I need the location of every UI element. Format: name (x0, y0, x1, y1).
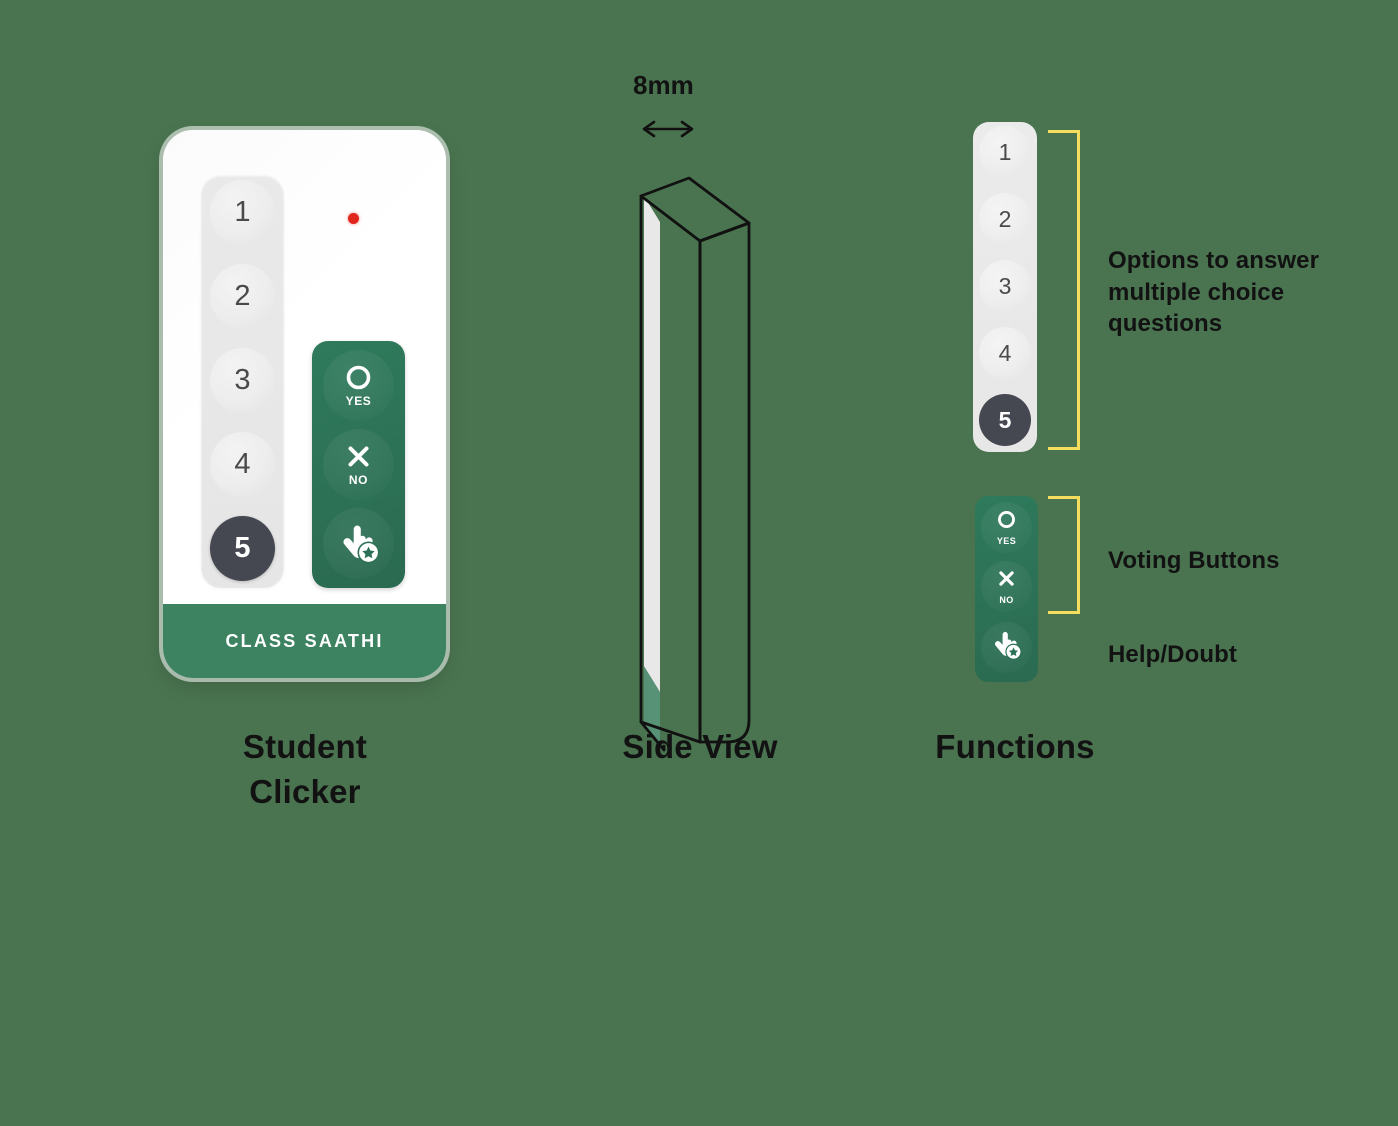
thickness-label: 8mm (633, 70, 694, 100)
brand-name: CLASS SAATHI (225, 630, 384, 651)
brand-band: CLASS SAATHI (163, 604, 446, 678)
student-clicker-caption-line2: Clicker (249, 772, 361, 810)
number-button-4[interactable]: 4 (210, 432, 275, 497)
cross-icon (997, 569, 1016, 593)
diagram-canvas: 1 2 3 4 5 YES NO CLASS SAATHI Student Cl… (0, 0, 1398, 1126)
options-annotation-line2: multiple choice (1108, 278, 1285, 306)
student-clicker-caption-line1: Student (242, 728, 368, 765)
functions-number-strip: 1 2 3 4 5 (973, 122, 1037, 452)
dimension-arrow-icon (642, 120, 694, 138)
student-clicker-device: 1 2 3 4 5 YES NO CLASS SAATHI (163, 130, 446, 678)
student-clicker-caption: Student Clicker (130, 725, 480, 814)
help-doubt-annotation: Help/Doubt (1108, 641, 1237, 668)
circle-outline-icon (345, 364, 372, 391)
number-button-strip: 1 2 3 4 5 (201, 175, 284, 588)
number-button-2[interactable]: 2 (210, 264, 275, 329)
options-annotation: Options to answer multiple choice questi… (1108, 245, 1368, 340)
status-led (348, 213, 359, 224)
functions-no-button[interactable]: NO (981, 561, 1032, 612)
functions-number-button-2[interactable]: 2 (979, 193, 1031, 245)
functions-help-doubt-button[interactable] (981, 622, 1032, 673)
voting-button-panel: YES NO (312, 341, 405, 588)
functions-number-button-5[interactable]: 5 (979, 394, 1031, 446)
clicker-front-face: 1 2 3 4 5 YES NO CLASS SAATHI (163, 130, 446, 678)
options-annotation-line1: Options to answer (1108, 247, 1320, 274)
voting-bracket (1048, 496, 1080, 614)
yes-button[interactable]: YES (323, 350, 394, 421)
options-bracket (1048, 130, 1080, 450)
number-button-1[interactable]: 1 (210, 180, 275, 245)
side-view-group: 8mm (600, 70, 810, 830)
yes-button-label: YES (345, 393, 372, 408)
no-button-label: NO (348, 472, 369, 487)
hand-pointer-star-icon (990, 630, 1023, 666)
functions-no-label: NO (999, 594, 1014, 605)
number-button-5[interactable]: 5 (210, 516, 275, 581)
help-doubt-button[interactable] (323, 508, 394, 579)
circle-outline-icon (997, 510, 1016, 534)
functions-number-button-3[interactable]: 3 (979, 260, 1031, 312)
functions-yes-label: YES (996, 535, 1017, 546)
side-view-drawing (639, 120, 751, 752)
hand-pointer-star-icon (337, 523, 381, 565)
side-view-caption: Side View (622, 728, 778, 765)
functions-number-button-4[interactable]: 4 (979, 327, 1031, 379)
functions-yes-button[interactable]: YES (981, 502, 1032, 553)
side-face-highlight (644, 196, 660, 748)
functions-number-button-1[interactable]: 1 (979, 126, 1031, 178)
functions-voting-strip: YES NO (975, 496, 1038, 682)
voting-annotation: Voting Buttons (1108, 547, 1280, 574)
options-annotation-line3: questions (1108, 310, 1223, 338)
cross-icon (345, 443, 372, 470)
number-button-3[interactable]: 3 (210, 348, 275, 413)
no-button[interactable]: NO (323, 429, 394, 500)
functions-caption: Functions (935, 728, 1095, 765)
